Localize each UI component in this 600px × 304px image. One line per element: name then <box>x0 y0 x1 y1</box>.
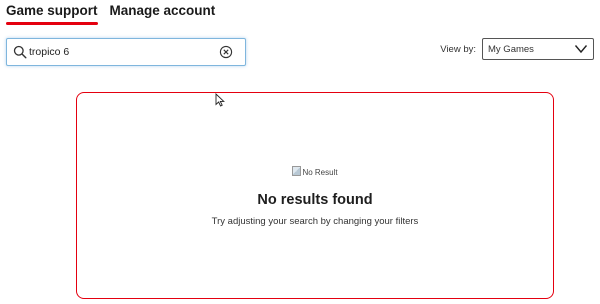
clear-search-icon[interactable] <box>219 45 233 59</box>
no-results-title: No results found <box>257 192 373 208</box>
results-panel: No Result No results found Try adjusting… <box>76 92 554 299</box>
broken-image-icon <box>292 166 302 176</box>
tab-game-support[interactable]: Game support <box>6 3 98 25</box>
tab-bar: Game support Manage account <box>6 3 216 25</box>
search-input[interactable] <box>29 43 214 61</box>
search-icon <box>13 45 27 59</box>
tab-manage-account[interactable]: Manage account <box>110 3 216 22</box>
search-box <box>6 38 246 66</box>
no-result-image: No Result <box>77 166 553 177</box>
view-by-select[interactable]: My Games <box>482 38 594 60</box>
no-results-message: Try adjusting your search by changing yo… <box>211 216 419 227</box>
view-by-label: View by: <box>440 43 476 55</box>
mouse-pointer-icon <box>215 93 225 107</box>
no-result-image-alt: No Result <box>302 168 338 177</box>
view-by-selected-value: My Games <box>488 44 534 55</box>
chevron-down-icon <box>574 45 588 54</box>
view-by-filter: View by: My Games <box>440 38 594 60</box>
